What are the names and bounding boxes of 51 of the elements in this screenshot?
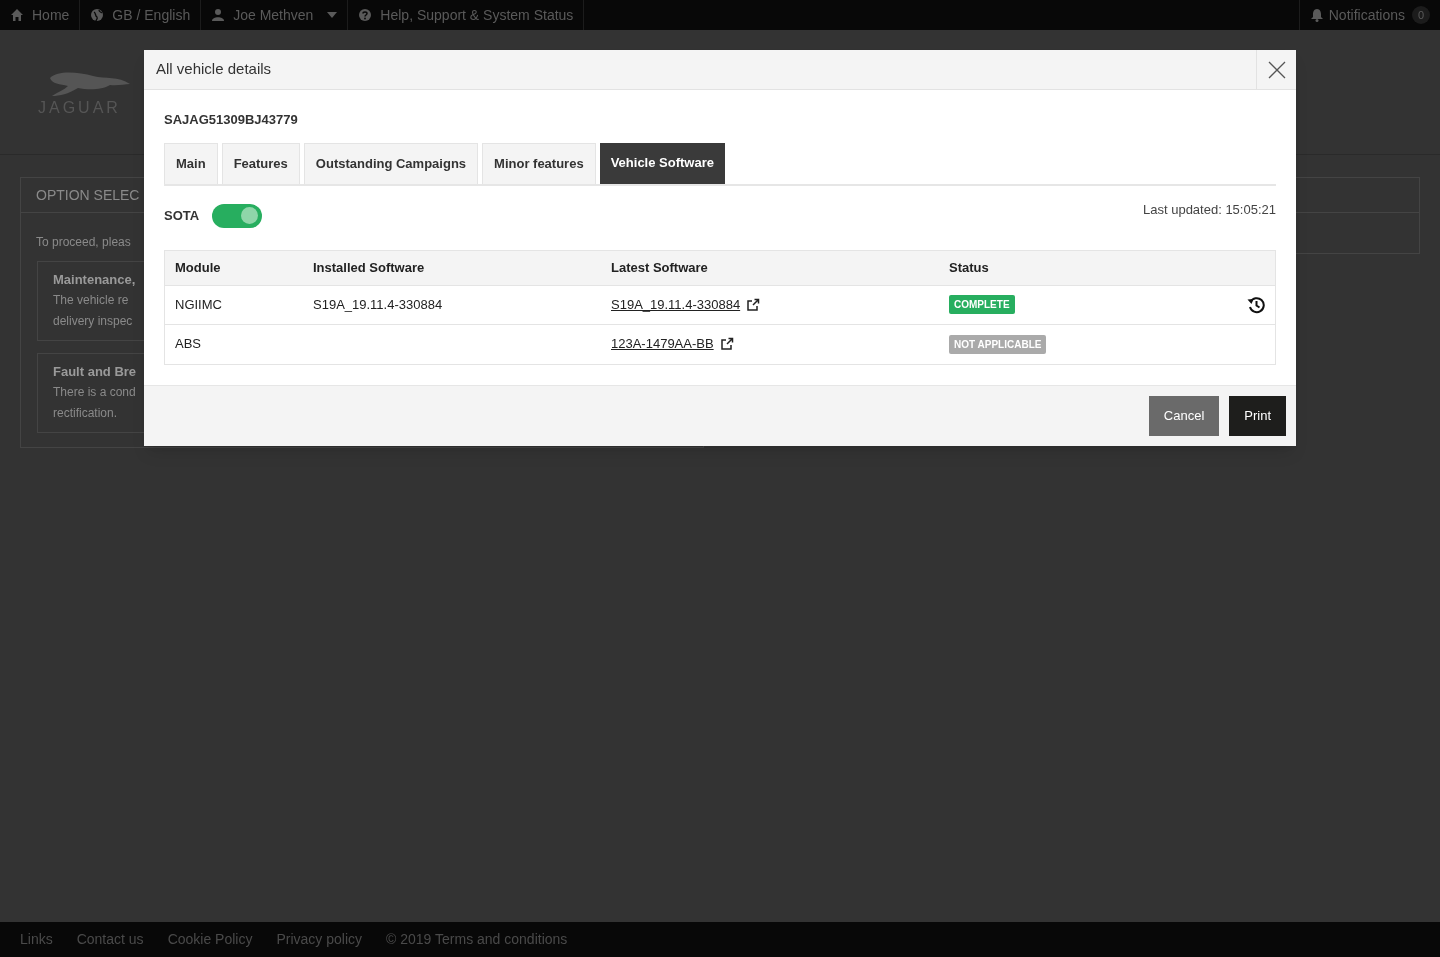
- table-cell-text: S19A_19.11.4-330884: [313, 295, 444, 314]
- status-badge: NOT APPLICABLE: [949, 334, 1047, 354]
- footer-link[interactable]: Links: [20, 929, 53, 950]
- print-button[interactable]: Print: [1229, 395, 1286, 436]
- footer-link[interactable]: © 2019 Terms and conditions: [386, 929, 568, 950]
- cancel-button[interactable]: Cancel: [1148, 395, 1220, 436]
- globe-icon: [90, 8, 105, 22]
- close-icon: [1267, 60, 1286, 79]
- status-badge: COMPLETE: [949, 295, 1015, 314]
- help-icon: [358, 8, 373, 22]
- software-link[interactable]: S19A_19.11.4-330884: [611, 294, 741, 315]
- footer-link[interactable]: Privacy policy: [276, 929, 363, 950]
- nav-link[interactable]: Joe Methven: [233, 4, 314, 26]
- column-header: Status: [949, 258, 990, 277]
- option-text: The vehicle re: [53, 292, 129, 309]
- intro-text: To proceed, pleas: [36, 235, 131, 249]
- column-header: Latest Software: [611, 258, 709, 277]
- tab[interactable]: Outstanding Campaigns: [303, 142, 479, 184]
- caret-icon[interactable]: [327, 12, 338, 18]
- option-text: There is a cond: [53, 384, 136, 401]
- notifications-link[interactable]: Notifications: [1328, 4, 1405, 26]
- footer-link[interactable]: Contact us: [76, 929, 144, 950]
- column-header: Installed Software: [313, 258, 426, 277]
- tab[interactable]: Features: [221, 142, 300, 184]
- vin-text: SAJAG51309BJ43779: [164, 111, 299, 129]
- option-text: delivery inspec: [53, 313, 133, 330]
- table-cell-text: ABS: [175, 335, 202, 354]
- history-icon[interactable]: [1247, 295, 1265, 314]
- footer-link[interactable]: Cookie Policy: [167, 929, 253, 950]
- option-title: Maintenance,: [53, 271, 136, 289]
- tab[interactable]: Minor features: [482, 142, 596, 184]
- user-icon: [211, 8, 226, 22]
- option-text: rectification.: [53, 405, 118, 422]
- external-link-icon[interactable]: [746, 297, 761, 312]
- home-icon: [10, 8, 24, 22]
- modal-title: All vehicle details: [155, 59, 273, 80]
- software-link[interactable]: 123A-1479AA-BB: [611, 334, 714, 354]
- nav-link[interactable]: Home: [32, 4, 70, 26]
- bell-icon: [1309, 8, 1324, 22]
- tab[interactable]: Vehicle Software: [599, 142, 725, 184]
- external-link-icon[interactable]: [719, 337, 734, 351]
- nav-link[interactable]: Help, Support & System Status: [380, 4, 574, 26]
- column-header: Module: [175, 258, 222, 277]
- table-cell-text: NGIIMC: [175, 295, 223, 314]
- nav-link[interactable]: GB / English: [112, 4, 191, 26]
- toggle-switch[interactable]: [212, 203, 263, 228]
- card-title: OPTION SELEC: [36, 185, 140, 205]
- sota-label: SOTA: [164, 206, 200, 225]
- option-title: Fault and Bre: [53, 363, 137, 381]
- last-updated-text: Last updated: 15:05:21: [1143, 200, 1276, 219]
- tab[interactable]: Main: [164, 142, 218, 184]
